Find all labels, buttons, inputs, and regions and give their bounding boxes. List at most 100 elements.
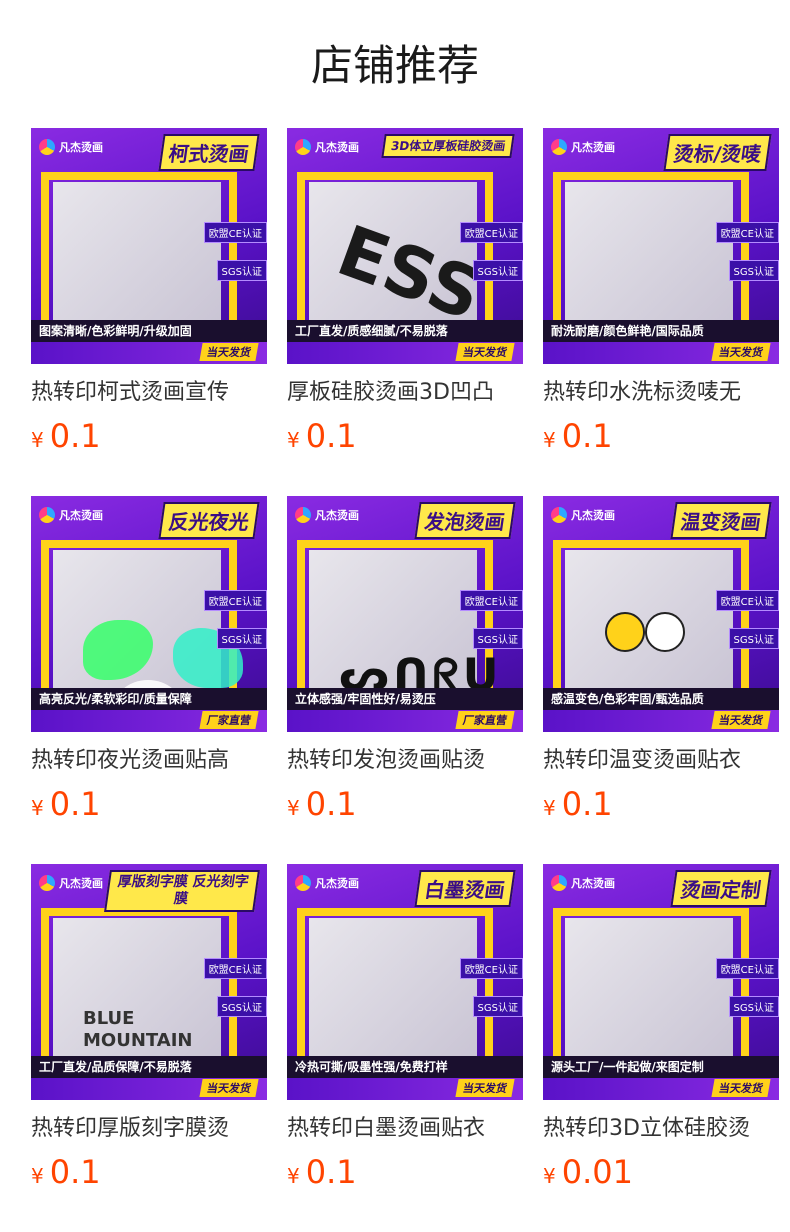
promo-headline: 温变烫画	[670, 502, 772, 539]
price-value: 0.1	[49, 1153, 101, 1191]
brand-logo-icon	[551, 507, 567, 523]
promo-slogan: 源头工厂/一件起做/来图定制	[543, 1056, 779, 1078]
product-card[interactable]: BLUE MOUNTAINDACACHE 凡杰烫画厚版刻字膜 反光刻字膜欧盟CE认…	[31, 864, 267, 1198]
product-photo	[309, 918, 477, 1062]
cert-badge: 欧盟CE认证	[203, 590, 267, 611]
phoenix-green-art	[83, 620, 153, 680]
brand-logo-icon	[295, 875, 311, 891]
product-name[interactable]: 热转印柯式烫画宣传	[31, 378, 267, 408]
promo-headline: 柯式烫画	[158, 134, 260, 171]
product-photo	[565, 182, 733, 326]
product-name[interactable]: 热转印水洗标烫唛无	[543, 378, 779, 408]
brand-logo-icon	[39, 875, 55, 891]
product-image[interactable]: 凡杰烫画 白墨烫画 欧盟CE认证 SGS认证 冷热可撕/吸墨性强/免费打样 当天发货	[287, 864, 523, 1100]
price-currency: ¥	[543, 796, 556, 820]
shipping-badge: 当天发货	[455, 1079, 515, 1097]
product-name[interactable]: 热转印3D立体硅胶烫	[543, 1114, 779, 1144]
brand-badge: 凡杰烫画	[295, 872, 359, 894]
product-card[interactable]: 凡杰烫画 烫画定制 欧盟CE认证 SGS认证 源头工厂/一件起做/来图定制 当天发货 热转印…	[543, 864, 779, 1198]
product-name[interactable]: 热转印白墨烫画贴衣	[287, 1114, 523, 1144]
product-price: ¥0.1	[31, 784, 267, 830]
promo-headline: 烫画定制	[670, 870, 772, 907]
product-photo	[565, 550, 733, 694]
brand-name: 凡杰烫画	[59, 141, 103, 154]
brand-name: 凡杰烫画	[59, 877, 103, 890]
smiley-white-art	[645, 612, 685, 652]
price-currency: ¥	[31, 428, 44, 452]
product-card[interactable]: 凡杰烫画 柯式烫画 欧盟CE认证 SGS认证 图案清晰/色彩鲜明/升级加固 当天发货 热转印…	[31, 128, 267, 462]
product-image[interactable]: 凡杰烫画 烫画定制 欧盟CE认证 SGS认证 源头工厂/一件起做/来图定制 当天发货	[543, 864, 779, 1100]
shipping-badge: 当天发货	[455, 343, 515, 361]
cert-badge: 欧盟CE认证	[203, 958, 267, 979]
cert-badge: SGS认证	[728, 996, 779, 1017]
price-value: 0.1	[49, 417, 101, 455]
promo-headline: 白墨烫画	[414, 870, 516, 907]
product-photo: ᔕᑎᖇᑌ	[309, 550, 498, 701]
cert-badge: SGS认证	[728, 260, 779, 281]
cert-badge: 欧盟CE认证	[459, 590, 523, 611]
cert-badge: 欧盟CE认证	[715, 222, 779, 243]
product-card[interactable]: 凡杰烫画 反光夜光 欧盟CE认证 SGS认证 高亮反光/柔软彩印/质量保障 厂家直营 热转印…	[31, 496, 267, 830]
brand-badge: 凡杰烫画	[551, 504, 615, 526]
brand-logo-icon	[39, 507, 55, 523]
product-name[interactable]: 热转印厚版刻字膜烫	[31, 1114, 267, 1144]
price-value: 0.1	[305, 417, 357, 455]
cert-badge: SGS认证	[728, 628, 779, 649]
shipping-badge: 当天发货	[711, 1079, 771, 1097]
price-currency: ¥	[31, 796, 44, 820]
brand-badge: 凡杰烫画	[39, 504, 103, 526]
price-currency: ¥	[287, 796, 300, 820]
cert-badge: 欧盟CE认证	[715, 958, 779, 979]
cert-badge: 欧盟CE认证	[459, 222, 523, 243]
brand-logo-icon	[551, 875, 567, 891]
product-image[interactable]: BLUE MOUNTAINDACACHE 凡杰烫画厚版刻字膜 反光刻字膜欧盟CE认…	[31, 864, 267, 1100]
product-price: ¥0.1	[543, 784, 779, 830]
price-value: 0.01	[561, 1153, 633, 1191]
product-photo: ESS	[309, 182, 492, 336]
price-currency: ¥	[287, 428, 300, 452]
promo-slogan: 图案清晰/色彩鲜明/升级加固	[31, 320, 267, 342]
shipping-badge: 当天发货	[199, 1079, 259, 1097]
brand-badge: 凡杰烫画	[295, 504, 359, 526]
brand-name: 凡杰烫画	[315, 509, 359, 522]
product-name[interactable]: 热转印夜光烫画贴高	[31, 746, 267, 776]
product-card[interactable]: 凡杰烫画 温变烫画 欧盟CE认证 SGS认证 感温变色/色彩牢固/甄选品质 当天发货 热转印…	[543, 496, 779, 830]
promo-slogan: 立体感强/牢固性好/易烫压	[287, 688, 523, 710]
product-image[interactable]: ESS 凡杰烫画 3D体立厚板硅胶烫画 欧盟CE认证 SGS认证 工厂直发/质感细腻/不易…	[287, 128, 523, 364]
smiley-yellow-art	[605, 612, 645, 652]
brand-badge: 凡杰烫画	[39, 136, 103, 158]
price-currency: ¥	[31, 1164, 44, 1188]
promo-slogan: 高亮反光/柔软彩印/质量保障	[31, 688, 267, 710]
product-card[interactable]: ᔕᑎᖇᑌ 凡杰烫画 发泡烫画 欧盟CE认证 SGS认证 立体感强/牢固性好/易烫压 厂家直营…	[287, 496, 523, 830]
product-image[interactable]: ᔕᑎᖇᑌ 凡杰烫画 发泡烫画 欧盟CE认证 SGS认证 立体感强/牢固性好/易烫压 厂家直营	[287, 496, 523, 732]
cert-badge: SGS认证	[216, 996, 267, 1017]
cert-badge: SGS认证	[216, 260, 267, 281]
product-price: ¥0.1	[31, 416, 267, 462]
brand-badge: 凡杰烫画	[295, 136, 359, 158]
product-image[interactable]: 凡杰烫画 反光夜光 欧盟CE认证 SGS认证 高亮反光/柔软彩印/质量保障 厂家直营	[31, 496, 267, 732]
product-image[interactable]: 凡杰烫画 烫标/烫唛 欧盟CE认证 SGS认证 耐洗耐磨/颜色鲜艳/国际品质 当天发货	[543, 128, 779, 364]
product-card[interactable]: 凡杰烫画 烫标/烫唛 欧盟CE认证 SGS认证 耐洗耐磨/颜色鲜艳/国际品质 当天发货 热转…	[543, 128, 779, 462]
product-name[interactable]: 热转印温变烫画贴衣	[543, 746, 779, 776]
promo-headline: 烫标/烫唛	[663, 134, 772, 171]
product-photo	[53, 182, 221, 326]
product-card[interactable]: ESS 凡杰烫画 3D体立厚板硅胶烫画 欧盟CE认证 SGS认证 工厂直发/质感细腻/不易…	[287, 128, 523, 462]
product-price: ¥0.1	[31, 1152, 267, 1198]
product-name[interactable]: 厚板硅胶烫画3D凹凸	[287, 378, 523, 408]
promo-headline: 3D体立厚板硅胶烫画	[381, 134, 515, 158]
brand-logo-icon	[551, 139, 567, 155]
cert-badge: SGS认证	[472, 260, 523, 281]
product-card[interactable]: 凡杰烫画 白墨烫画 欧盟CE认证 SGS认证 冷热可撕/吸墨性强/免费打样 当天发货 热转印…	[287, 864, 523, 1198]
shipping-badge: 当天发货	[711, 343, 771, 361]
shipping-badge: 厂家直营	[199, 711, 259, 729]
product-name[interactable]: 热转印发泡烫画贴烫	[287, 746, 523, 776]
page-title: 店铺推荐	[310, 41, 479, 90]
product-image[interactable]: 凡杰烫画 柯式烫画 欧盟CE认证 SGS认证 图案清晰/色彩鲜明/升级加固 当天发货	[31, 128, 267, 364]
product-image[interactable]: 凡杰烫画 温变烫画 欧盟CE认证 SGS认证 感温变色/色彩牢固/甄选品质 当天发货	[543, 496, 779, 732]
brand-logo-icon	[295, 507, 311, 523]
cert-badge: 欧盟CE认证	[203, 222, 267, 243]
promo-headline: 反光夜光	[158, 502, 260, 539]
cert-badge: 欧盟CE认证	[715, 590, 779, 611]
promo-headline: 厚版刻字膜 反光刻字膜	[104, 870, 260, 912]
recommend-grid: 店铺推荐 凡杰烫画 柯式烫画 欧盟CE认证 SGS认证 图案清晰/色彩鲜明/升级加固 当天…	[0, 0, 790, 1232]
